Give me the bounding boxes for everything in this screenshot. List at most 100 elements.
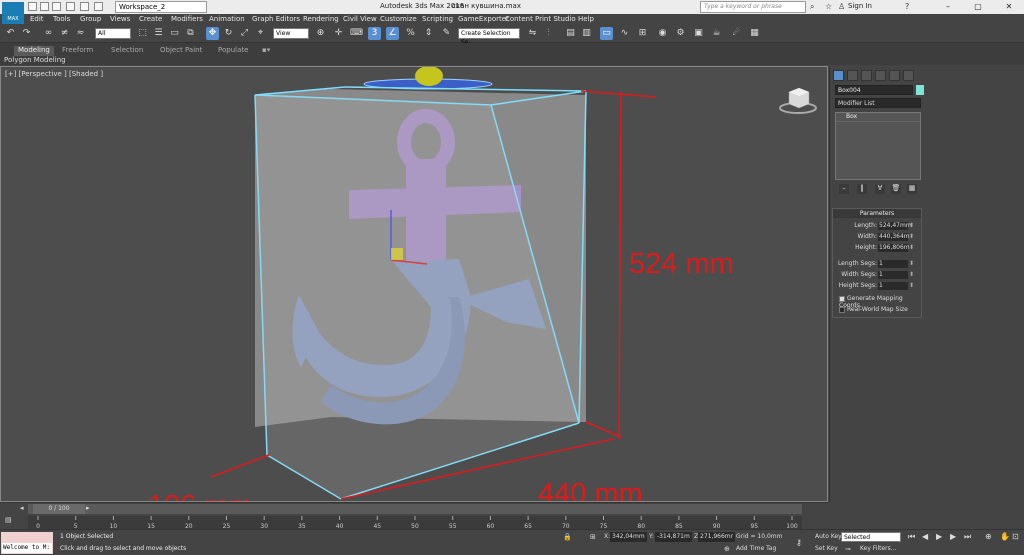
render-iterative-icon[interactable]: ☄ [730,27,743,40]
track-bar[interactable]: 0 5 10 15 20 25 30 35 40 45 50 55 60 65 70 75 80 85 90 95 10… [28,516,802,530]
x-coordinate[interactable]: 342,04mm [610,532,647,542]
height-spinner[interactable]: 196,806m [878,244,910,252]
menu-edit[interactable]: Edit [30,15,44,23]
viewcube[interactable] [779,87,817,114]
minimize-button[interactable]: – [933,0,963,14]
manipulate-icon[interactable]: ✛ [332,27,345,40]
menu-tools[interactable]: Tools [53,15,70,23]
activeshade-icon[interactable]: ▦ [748,27,761,40]
menu-help[interactable]: Help [578,15,594,23]
tab-freeform[interactable]: Freeform [58,46,97,56]
menu-scripting[interactable]: Scripting [422,15,453,23]
close-button[interactable]: ✕ [994,0,1024,14]
maximize-button[interactable]: ▢ [963,0,993,14]
new-file-icon[interactable] [28,2,37,11]
schematic-view-icon[interactable]: ⊞ [636,27,649,40]
add-time-tag-button[interactable]: Add Time Tag [736,545,776,552]
select-and-move-icon[interactable]: ✥ [206,27,219,40]
star-icon[interactable]: ☆ [825,2,832,11]
save-file-icon[interactable] [52,2,61,11]
object-color-swatch[interactable] [916,85,924,95]
set-key-button[interactable]: Set Key [815,545,838,552]
modifier-list-dropdown[interactable]: Modifier List [835,98,921,108]
slider-prev-icon[interactable]: ◂ [20,504,24,512]
y-coordinate[interactable]: -314,871m [655,532,692,542]
menu-gameexporter[interactable]: GameExporter [458,15,509,23]
render-production-icon[interactable]: ☕ [710,27,723,40]
align-icon[interactable]: ⫶ [542,27,555,40]
menu-group[interactable]: Group [80,15,101,23]
search-input[interactable]: Type a keyword or phrase [700,1,806,13]
pan-icon[interactable]: ✋ [1000,532,1010,541]
tab-populate[interactable]: Populate [214,46,252,56]
percent-snap-icon[interactable]: % [404,27,417,40]
configure-sets-icon[interactable]: ▦ [907,184,917,194]
maxscript-input[interactable]: Welcome to M: [2,543,52,553]
display-tab-icon[interactable] [889,70,900,81]
select-and-scale-icon[interactable]: ⤢ [238,27,251,40]
make-unique-icon[interactable]: ∀ [875,184,885,194]
next-frame-icon[interactable]: ▶ [950,532,956,541]
menu-views[interactable]: Views [110,15,130,23]
spinner-arrows-icon[interactable]: ⬍ [909,271,914,278]
mirror-icon[interactable]: ⇋ [526,27,539,40]
select-by-name-icon[interactable]: ☰ [152,27,165,40]
previous-frame-icon[interactable]: ◀ [922,532,928,541]
menu-create[interactable]: Create [139,15,162,23]
time-tag-icon[interactable]: ⊕ [724,545,730,553]
go-to-end-icon[interactable]: ⏭ [964,532,971,542]
time-slider-handle[interactable]: 0 / 100 [33,504,85,514]
user-icon[interactable]: ♙ [838,2,845,11]
menu-civil-view[interactable]: Civil View [343,15,377,23]
workspace-dropdown[interactable]: Workspace_2 [115,1,207,13]
length-segs-spinner[interactable]: 1 [878,260,908,268]
key-filter-icon[interactable]: ⊸ [845,545,851,553]
menu-graph-editors[interactable]: Graph Editors [252,15,300,23]
tab-object-paint[interactable]: Object Paint [156,46,206,56]
ribbon-panel-label[interactable]: Polygon Modeling [4,56,66,64]
menu-content[interactable]: Content [505,15,533,23]
slider-next-icon[interactable]: ▸ [86,504,90,512]
ribbon-toggle-icon[interactable]: ▭ [600,27,613,40]
auto-key-button[interactable]: Auto Key [815,533,842,540]
help-icon[interactable]: ? [905,2,909,11]
absolute-mode-icon[interactable]: ⊞ [590,533,596,541]
rollout-title[interactable]: Parameters [833,209,921,218]
spinner-arrows-icon[interactable]: ⬍ [909,222,914,229]
checkbox-checked-icon[interactable] [839,295,845,302]
open-file-icon[interactable] [40,2,49,11]
menu-rendering[interactable]: Rendering [303,15,339,23]
play-icon[interactable]: ▶ [936,532,942,541]
tab-modeling[interactable]: Modeling [14,46,54,56]
spinner-arrows-icon[interactable]: ⬍ [909,233,914,240]
bind-space-warp-icon[interactable]: ≈ [74,27,87,40]
key-filters-button[interactable]: Key Filters... [860,545,897,552]
sign-in-link[interactable]: Sign In [848,2,872,10]
unlink-icon[interactable]: ≠ [58,27,71,40]
snaps-toggle-icon[interactable]: 3 [368,27,381,40]
maximize-viewport-icon[interactable]: ⊡ [1012,532,1019,541]
search-icon[interactable]: ⌕ [810,2,814,12]
object-name-field[interactable]: Box004 [835,85,913,95]
redo-icon[interactable]: ↷ [20,27,33,40]
menu-modifiers[interactable]: Modifiers [171,15,203,23]
modify-tab-icon[interactable] [847,70,858,81]
height-segs-spinner[interactable]: 1 [878,282,908,290]
scene-explorer-icon[interactable]: ▥ [580,27,593,40]
spinner-arrows-icon[interactable]: ⬍ [909,260,914,267]
key-icon[interactable]: ⚷ [796,538,802,547]
isolate-selection-icon[interactable]: 🔒 [563,533,572,541]
select-object-icon[interactable]: ⬚ [136,27,149,40]
zoom-icon[interactable]: ⊕ [985,532,992,541]
pivot-center-icon[interactable]: ⊕ [314,27,327,40]
rendered-frame-window-icon[interactable]: ▣ [692,27,705,40]
ribbon-options-icon[interactable]: ▪▾ [258,46,274,56]
real-world-map-checkbox[interactable]: Real-World Map Size [839,306,923,315]
undo-icon[interactable]: ↶ [4,27,17,40]
mini-curve-editor-icon[interactable]: ▤ [5,516,12,524]
length-spinner[interactable]: 524,47mm [878,222,912,230]
edit-named-selections-icon[interactable]: ✎ [440,27,453,40]
modifier-stack[interactable]: Box [835,112,921,180]
named-selection-dropdown[interactable]: Create Selection Se [458,28,520,46]
curve-editor-icon[interactable]: ∿ [618,27,631,40]
